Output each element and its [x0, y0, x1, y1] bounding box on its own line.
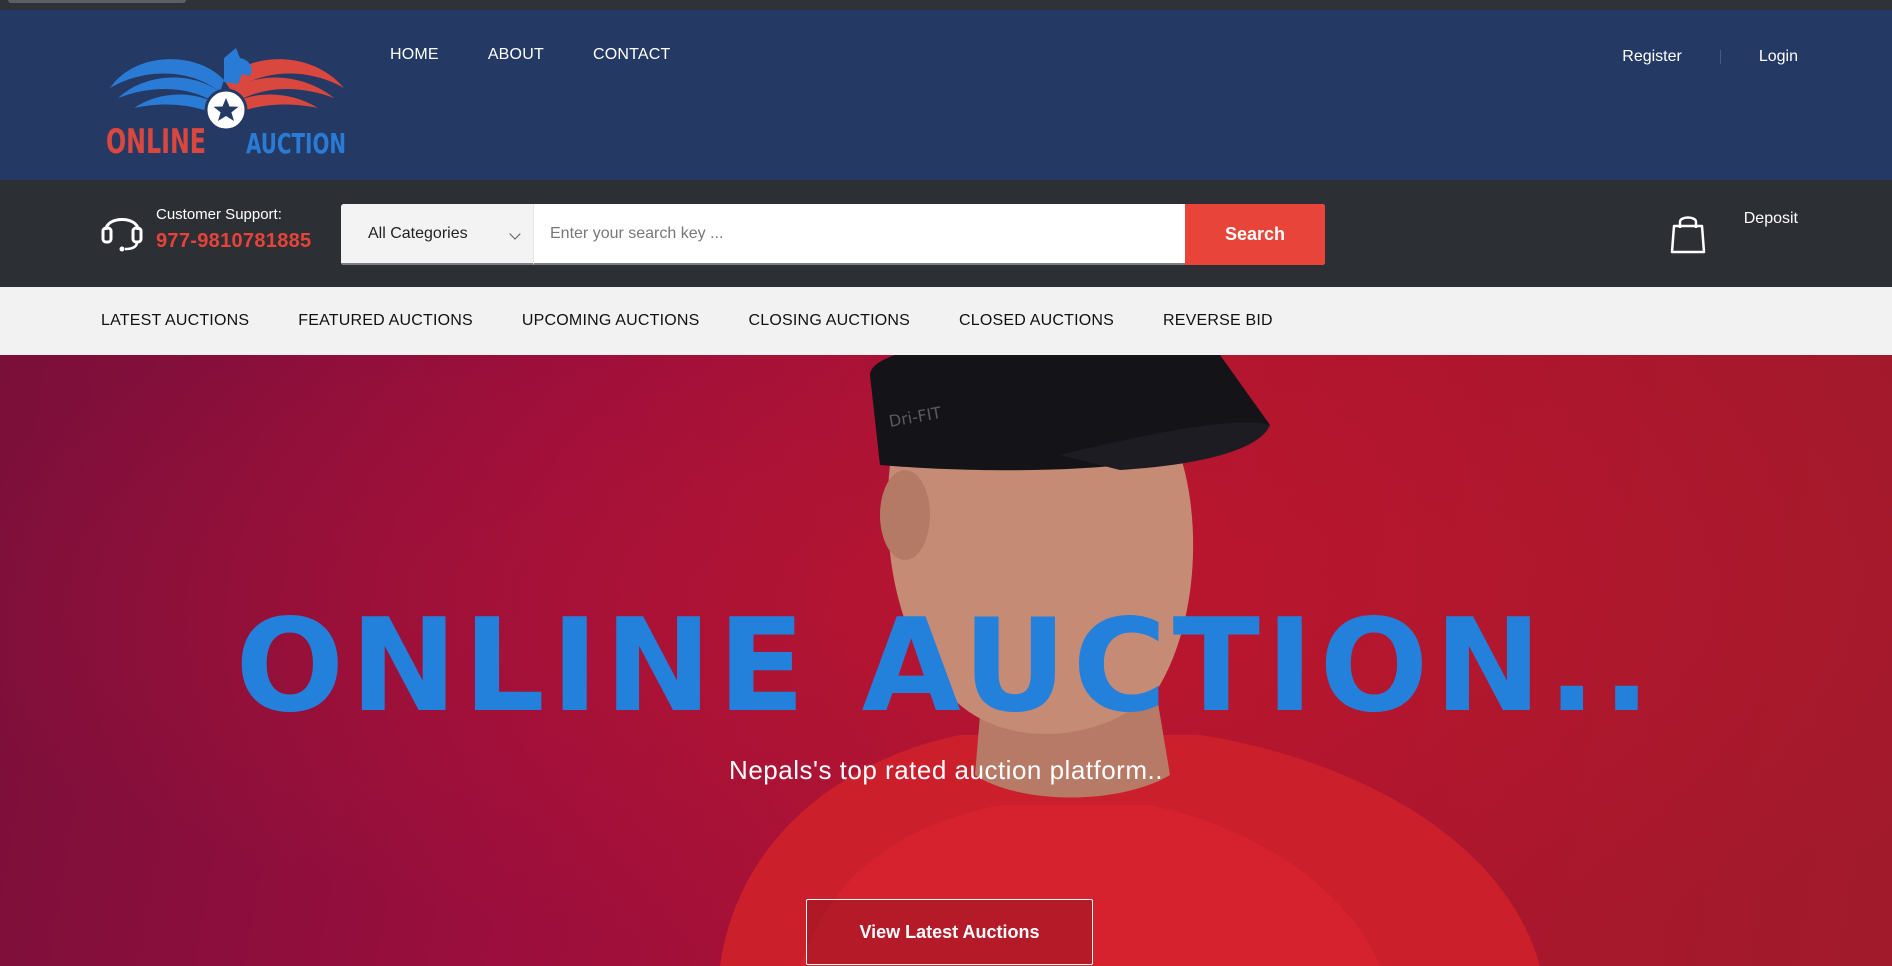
browser-top-strip [0, 0, 1892, 10]
cat-latest-auctions[interactable]: LATEST AUCTIONS [101, 312, 249, 330]
hero-title: ONLINE AUCTION.. [235, 592, 1657, 741]
hero-banner: Dri-FIT ONLINE AUCTION.. Nepals's top ra… [0, 355, 1892, 966]
login-link[interactable]: Login [1759, 48, 1798, 66]
auth-divider [1719, 50, 1721, 64]
deposit-label: Deposit [1743, 210, 1798, 227]
chevron-down-icon [509, 228, 521, 240]
site-logo[interactable]: ONLINE AUCTION [104, 40, 348, 164]
site-header: ONLINE AUCTION HOME ABOUT CONTACT Regist… [0, 10, 1892, 180]
logo-word-online: ONLINE [106, 122, 206, 162]
shopping-bag-icon [1670, 216, 1705, 254]
category-nav: LATEST AUCTIONS FEATURED AUCTIONS UPCOMI… [0, 287, 1892, 355]
nav-home-link[interactable]: HOME [390, 46, 439, 64]
search-bar-section: Customer Support: 977-9810781885 All Cat… [0, 180, 1892, 287]
auth-links: Register Login [1622, 48, 1798, 66]
hero-subtitle: Nepals's top rated auction platform.. [729, 755, 1163, 785]
support-label: Customer Support: [156, 206, 282, 223]
nav-contact-link[interactable]: CONTACT [593, 46, 671, 64]
search-form: All Categories Search [341, 204, 1325, 265]
support-phone[interactable]: 977-9810781885 [156, 230, 311, 253]
nav-about-link[interactable]: ABOUT [488, 46, 544, 64]
deposit-link[interactable]: Deposit [1670, 210, 1798, 254]
headset-icon [101, 218, 143, 252]
cat-closing-auctions[interactable]: CLOSING AUCTIONS [749, 312, 910, 330]
cat-featured-auctions[interactable]: FEATURED AUCTIONS [298, 312, 473, 330]
customer-support: Customer Support: 977-9810781885 [100, 206, 311, 253]
category-select-value: All Categories [368, 224, 468, 242]
browser-tab-indicator [8, 0, 186, 3]
search-input[interactable] [534, 204, 1185, 265]
logo-word-auction: AUCTION [246, 127, 346, 160]
view-latest-auctions-button[interactable]: View Latest Auctions [806, 899, 1093, 965]
main-nav: HOME ABOUT CONTACT [390, 46, 719, 64]
cat-upcoming-auctions[interactable]: UPCOMING AUCTIONS [522, 312, 700, 330]
cat-reverse-bid[interactable]: REVERSE BID [1163, 312, 1273, 330]
cat-closed-auctions[interactable]: CLOSED AUCTIONS [959, 312, 1114, 330]
category-select[interactable]: All Categories [341, 204, 534, 265]
search-button[interactable]: Search [1185, 204, 1325, 265]
register-link[interactable]: Register [1622, 48, 1682, 66]
